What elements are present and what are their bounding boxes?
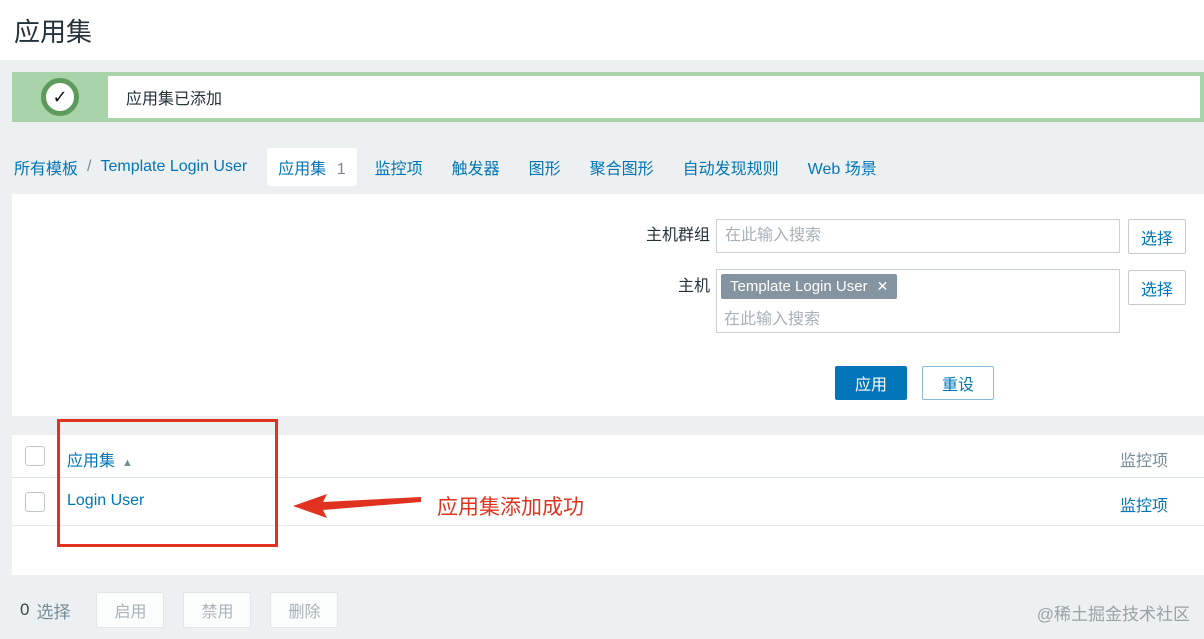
items-column-header: 监控项 — [1119, 453, 1168, 470]
tab-applications-label[interactable]: 应用集 — [278, 161, 326, 178]
host-tag-chip: Template Login User ✕ — [721, 274, 898, 299]
host-group-search-input[interactable] — [716, 219, 1120, 253]
table-row: Login User 监控项 — [12, 478, 1204, 526]
check-circle-icon: ✓ — [41, 78, 79, 116]
selected-label: 选择 — [36, 602, 71, 622]
reset-button[interactable]: 重设 — [922, 366, 994, 400]
page-title: 应用集 — [14, 16, 93, 47]
disable-button[interactable]: 禁用 — [183, 592, 252, 628]
host-tag-label: Template Login User — [730, 278, 868, 295]
page-header: 应用集 — [0, 0, 1204, 60]
enable-button[interactable]: 启用 — [96, 592, 165, 628]
tab-graphs[interactable]: 图形 — [518, 148, 572, 186]
success-message-text: 应用集已添加 — [108, 76, 1200, 118]
apply-button[interactable]: 应用 — [835, 366, 907, 400]
watermark: @稀土掘金技术社区 — [1036, 605, 1190, 624]
host-label: 主机 — [677, 278, 710, 295]
breadcrumb-template-name[interactable]: Template Login User — [100, 158, 247, 176]
host-search-placeholder: 在此输入搜索 — [724, 311, 821, 328]
success-message-bar: ✓ 应用集已添加 — [12, 72, 1204, 122]
row-checkbox[interactable] — [25, 492, 45, 512]
selected-count: 0 — [20, 600, 30, 619]
tab-applications-count: 1 — [336, 161, 346, 178]
tab-discovery-rules-label[interactable]: 自动发现规则 — [683, 161, 779, 178]
tab-bar: 应用集 1 监控项 触发器 图形 聚合图形 自动发现规则 Web 场景 — [267, 148, 895, 186]
tab-triggers[interactable]: 触发器 — [441, 148, 511, 186]
filter-panel: 主机群组 选择 主机 Template Login User ✕ 在此输入搜索 … — [12, 194, 1204, 416]
nav-row: 所有模板 / Template Login User 应用集 1 监控项 触发器… — [14, 146, 1204, 188]
table-header-row: 应用集 ▲ 监控项 — [12, 435, 1204, 478]
tab-applications[interactable]: 应用集 1 — [267, 148, 357, 186]
host-group-select-button[interactable]: 选择 — [1128, 219, 1186, 254]
row-items-link[interactable]: 监控项 — [1120, 492, 1168, 516]
host-select-button[interactable]: 选择 — [1128, 270, 1186, 305]
tab-screens-label[interactable]: 聚合图形 — [590, 161, 654, 178]
applications-table: 应用集 ▲ 监控项 Login User 监控项 — [12, 435, 1204, 575]
sort-ascending-icon: ▲ — [122, 457, 133, 469]
host-group-label: 主机群组 — [645, 227, 710, 244]
tab-triggers-label[interactable]: 触发器 — [452, 161, 500, 178]
tab-web-scenarios[interactable]: Web 场景 — [797, 148, 888, 186]
application-column-header: 应用集 ▲ — [67, 447, 133, 471]
remove-tag-icon[interactable]: ✕ — [877, 278, 889, 295]
tab-items-label[interactable]: 监控项 — [375, 161, 423, 178]
select-all-checkbox[interactable] — [25, 446, 45, 466]
tab-items[interactable]: 监控项 — [364, 148, 434, 186]
tab-web-scenarios-label[interactable]: Web 场景 — [808, 161, 877, 178]
tab-discovery-rules[interactable]: 自动发现规则 — [672, 148, 790, 186]
footer-action-bar: 0 选择 启用 禁用 删除 @稀土掘金技术社区 — [20, 592, 1204, 628]
tab-screens[interactable]: 聚合图形 — [579, 148, 665, 186]
success-icon-zone: ✓ — [12, 72, 108, 122]
delete-button[interactable]: 删除 — [270, 592, 339, 628]
host-multiselect[interactable]: Template Login User ✕ 在此输入搜索 — [716, 269, 1120, 333]
tab-graphs-label[interactable]: 图形 — [529, 161, 561, 178]
breadcrumb-all-templates[interactable]: 所有模板 — [14, 155, 78, 179]
application-sort-link[interactable]: 应用集 — [67, 453, 115, 470]
application-name-link[interactable]: Login User — [67, 492, 144, 510]
breadcrumb-separator: / — [87, 158, 92, 175]
